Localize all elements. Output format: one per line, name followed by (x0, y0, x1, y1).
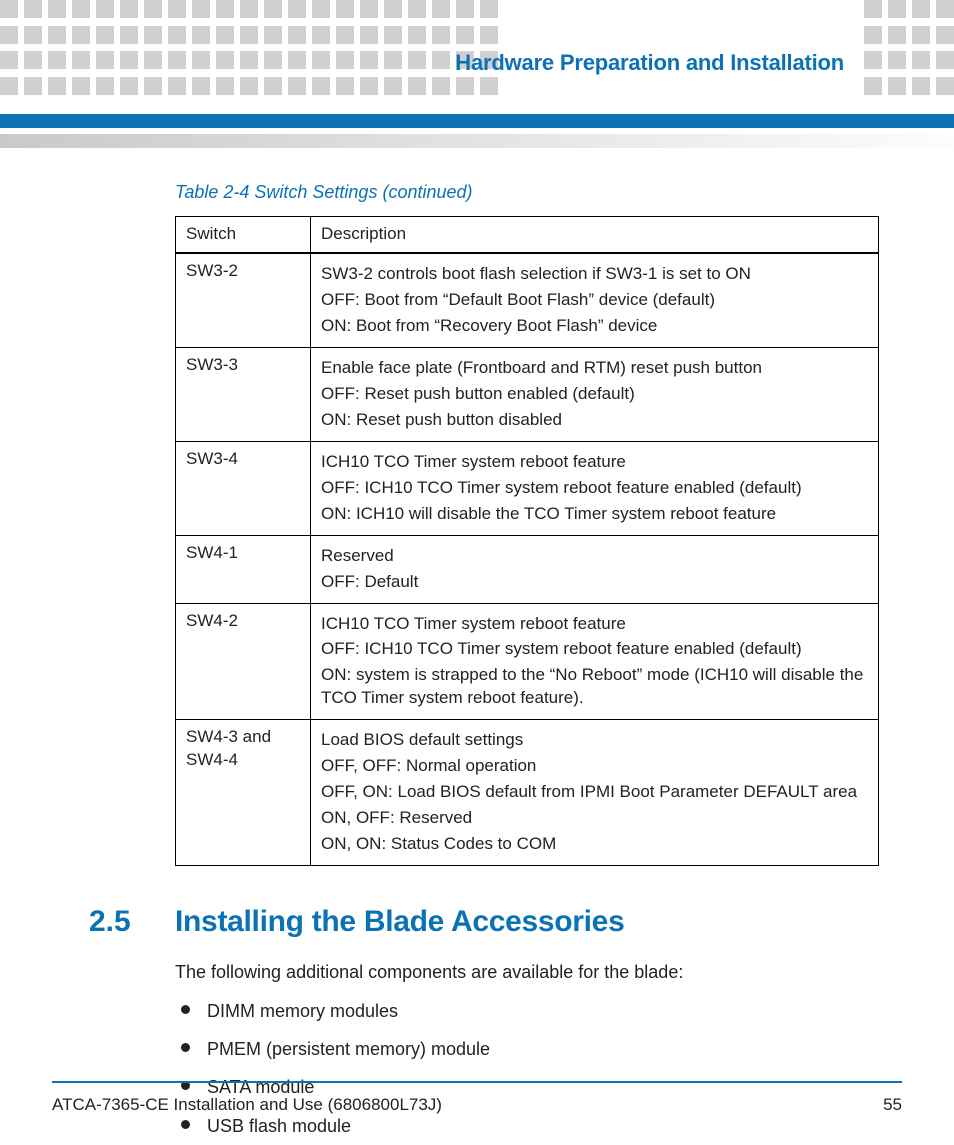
switch-cell: SW3-4 (176, 441, 311, 535)
col-description: Description (311, 217, 879, 253)
description-line: ON: ICH10 will disable the TCO Timer sys… (321, 503, 868, 526)
switch-cell: SW4-2 (176, 603, 311, 720)
description-line: ON, ON: Status Codes to COM (321, 833, 868, 856)
description-cell: Enable face plate (Frontboard and RTM) r… (311, 348, 879, 442)
description-cell: Reserved OFF: Default (311, 535, 879, 603)
table-caption: Table 2-4 Switch Settings (continued) (175, 180, 879, 204)
description-line: ON: system is strapped to the “No Reboot… (321, 664, 868, 710)
description-line: Enable face plate (Frontboard and RTM) r… (321, 357, 868, 380)
list-item: DIMM memory modules (175, 999, 879, 1023)
list-item: PMEM (persistent memory) module (175, 1037, 879, 1061)
switch-cell: SW3-2 (176, 253, 311, 347)
switch-settings-table: Switch Description SW3-2 SW3-2 controls b… (175, 216, 879, 866)
description-line: ICH10 TCO Timer system reboot feature (321, 613, 868, 636)
description-line: Reserved (321, 545, 868, 568)
col-switch: Switch (176, 217, 311, 253)
description-line: OFF: ICH10 TCO Timer system reboot featu… (321, 638, 868, 661)
table-row: SW3-2 SW3-2 controls boot flash selection… (176, 253, 879, 347)
description-line: Load BIOS default settings (321, 729, 868, 752)
footer-rule (52, 1081, 902, 1083)
description-line: SW3-2 controls boot flash selection if S… (321, 263, 868, 286)
description-line: OFF: Boot from “Default Boot Flash” devi… (321, 289, 868, 312)
description-cell: ICH10 TCO Timer system reboot feature OFF… (311, 441, 879, 535)
description-cell: ICH10 TCO Timer system reboot featureOFF… (311, 603, 879, 720)
description-line: OFF, ON: Load BIOS default from IPMI Boo… (321, 781, 868, 804)
list-item: USB flash module (175, 1114, 879, 1138)
description-line: ON: Reset push button disabled (321, 409, 868, 432)
table-row: SW4-3 and SW4-4Load BIOS default setting… (176, 720, 879, 866)
table-row: SW3-4ICH10 TCO Timer system reboot featu… (176, 441, 879, 535)
description-cell: SW3-2 controls boot flash selection if S… (311, 253, 879, 347)
description-line: OFF, OFF: Normal operation (321, 755, 868, 778)
chapter-title: Hardware Preparation and Installation (455, 50, 844, 76)
switch-cell: SW4-1 (176, 535, 311, 603)
table-row: SW4-1 Reserved OFF: Default (176, 535, 879, 603)
header-blue-rule (0, 114, 954, 128)
footer-doc: ATCA-7365-CE Installation and Use (68068… (52, 1095, 442, 1115)
table-row: SW3-3 Enable face plate (Frontboard and R… (176, 348, 879, 442)
section-number: 2.5 (89, 902, 145, 943)
footer-page: 55 (883, 1095, 902, 1115)
description-line: ON, OFF: Reserved (321, 807, 868, 830)
header-dots-left (0, 0, 490, 96)
switch-cell: SW4-3 and SW4-4 (176, 720, 311, 866)
section-title: Installing the Blade Accessories (175, 902, 624, 943)
description-line: OFF: ICH10 TCO Timer system reboot featu… (321, 477, 868, 500)
header-dots-right (854, 0, 954, 96)
description-line: OFF: Default (321, 571, 868, 594)
description-line: ICH10 TCO Timer system reboot feature (321, 451, 868, 474)
section-intro: The following additional components are … (175, 960, 879, 984)
description-cell: Load BIOS default settings OFF, OFF: Norm… (311, 720, 879, 866)
description-line: ON: Boot from “Recovery Boot Flash” devi… (321, 315, 868, 338)
table-row: SW4-2ICH10 TCO Timer system reboot featu… (176, 603, 879, 720)
bullet-list: DIMM memory modules PMEM (persistent memo… (175, 999, 879, 1145)
switch-cell: SW3-3 (176, 348, 311, 442)
header-gray-gradient (0, 134, 954, 148)
description-line: OFF: Reset push button enabled (default) (321, 383, 868, 406)
